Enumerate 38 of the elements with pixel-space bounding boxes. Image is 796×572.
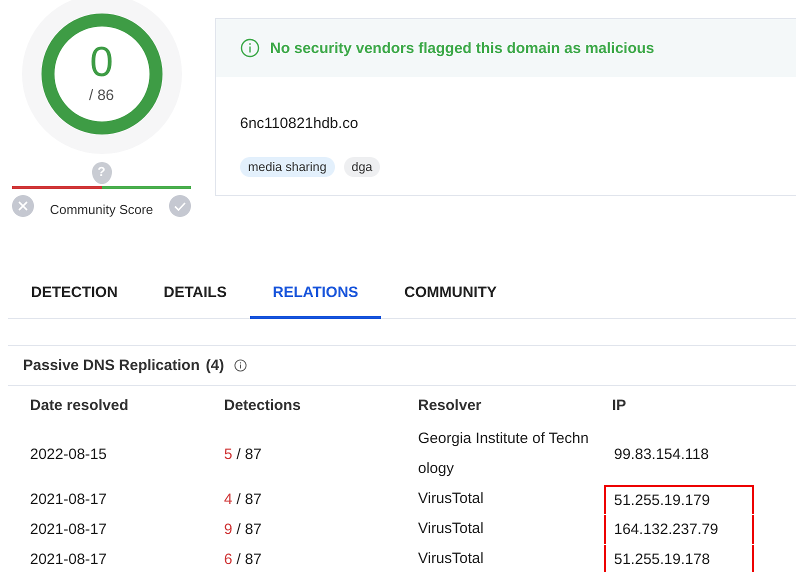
close-icon[interactable] [12,195,34,217]
tab[interactable]: RELATIONS [250,284,382,319]
column-header: Date resolved [30,396,128,414]
score-total: / 86 [88,86,114,104]
table-cell-text: VirusTotal [418,549,484,569]
community-score-label: Community Score [50,202,154,216]
table-cell-text: Georgia Institute of Technology [418,429,590,479]
table-cell: 4 / 87 [224,490,262,508]
table-cell: 9 / 87 [224,520,262,538]
checkmark-icon[interactable] [169,195,191,217]
info-icon[interactable] [234,359,248,372]
table-cell: 99.83.154.118 [614,446,709,462]
column-header: Detections [224,396,301,414]
table-cell: 6 / 87 [224,550,262,568]
domain-name: 6nc110821hdb.co [240,115,358,132]
table-cell: 2021-08-17 [30,550,107,568]
pin-marker: ? [92,162,112,184]
section-title: Passive DNS Replication [23,357,200,374]
table-cell: 164.132.237.79 [614,520,718,538]
tab[interactable]: DETECTION [8,284,141,319]
table-cell: 2021-08-17 [30,490,107,508]
score-value: 0 [90,40,114,82]
tag-chip[interactable]: dga [344,157,380,177]
table-cell: 2021-08-17 [30,520,107,538]
table-cell: 51.255.19.178 [614,550,710,568]
tab[interactable]: COMMUNITY [381,284,520,319]
column-header: IP [612,396,626,414]
table-cell: 2022-08-15 [30,446,107,462]
tab[interactable]: DETAILS [140,284,250,319]
table-cell: 5 / 87 [224,446,262,462]
section-count: (4) [206,357,224,374]
table-cell-text: VirusTotal [418,519,484,539]
column-header: Resolver [418,396,482,414]
tag-chip[interactable]: media sharing [240,157,335,177]
table-cell-text: VirusTotal [418,489,484,509]
status-message: No security vendors flagged this domain as malicious [270,40,654,56]
table-cell: 51.255.19.179 [614,492,710,508]
info-icon [240,38,260,58]
